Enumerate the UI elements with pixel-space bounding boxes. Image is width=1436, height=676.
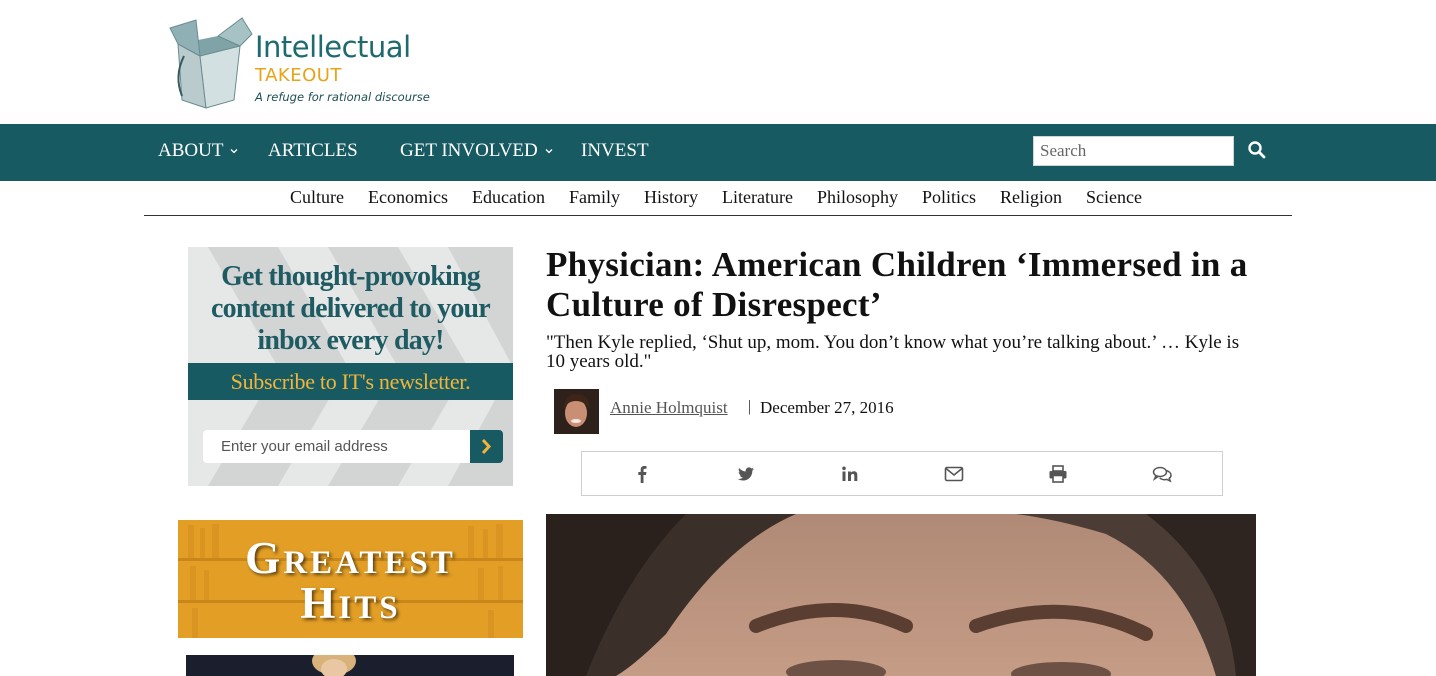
- share-bar: [581, 451, 1223, 496]
- nav-articles[interactable]: ARTICLES: [268, 140, 358, 162]
- category-culture[interactable]: Culture: [290, 187, 344, 208]
- newsletter-headline-line2: content delivered to your: [211, 293, 491, 324]
- newsletter-email-input[interactable]: [203, 430, 471, 463]
- author-link[interactable]: Annie Holmquist: [610, 398, 728, 418]
- category-politics[interactable]: Politics: [922, 187, 976, 208]
- greatest-hits-title: GREATEST HITS: [178, 536, 523, 628]
- print-icon[interactable]: [1047, 463, 1069, 485]
- linkedin-icon[interactable]: [839, 463, 861, 485]
- category-science[interactable]: Science: [1086, 187, 1142, 208]
- promo-photo: [186, 655, 514, 676]
- author-avatar[interactable]: [554, 389, 599, 434]
- newsletter-subscribe-banner: Subscribe to IT's newsletter.: [188, 363, 513, 400]
- article-title: Physician: American Children ‘Immersed i…: [546, 245, 1248, 324]
- nav-about-label: ABOUT: [158, 140, 224, 161]
- comments-icon[interactable]: [1151, 463, 1173, 485]
- logo-subtitle: TAKEOUT: [255, 65, 342, 86]
- logo-tagline: A refuge for rational discourse: [255, 90, 430, 104]
- hits-initial: H: [300, 578, 339, 628]
- article-date: December 27, 2016: [760, 398, 894, 417]
- nav-about[interactable]: ABOUT: [158, 140, 239, 162]
- category-religion[interactable]: Religion: [1000, 187, 1062, 208]
- newsletter-headline-line1: Get thought-provoking: [221, 261, 481, 292]
- category-education[interactable]: Education: [472, 187, 545, 208]
- greatest-hits-banner[interactable]: GREATEST HITS: [178, 520, 523, 638]
- search-icon[interactable]: [1246, 139, 1268, 161]
- hits-rest: ITS: [338, 590, 401, 626]
- takeout-box-icon: [169, 17, 253, 109]
- chevron-down-icon: [230, 149, 238, 154]
- byline-separator: |: [748, 398, 752, 415]
- category-family[interactable]: Family: [569, 187, 620, 208]
- search-input[interactable]: [1033, 136, 1234, 166]
- author-photo: [554, 389, 599, 434]
- category-economics[interactable]: Economics: [368, 187, 448, 208]
- article-hero-image: [546, 514, 1256, 676]
- category-navigation: Culture Economics Education Family Histo…: [144, 181, 1292, 216]
- chevron-down-icon: [545, 149, 553, 154]
- facebook-icon[interactable]: [631, 463, 653, 485]
- nav-articles-label: ARTICLES: [268, 140, 358, 161]
- category-list: Culture Economics Education Family Histo…: [290, 187, 1166, 208]
- newsletter-headline-line3: inbox every day!: [257, 325, 444, 356]
- sidebar-promo-image[interactable]: [186, 655, 514, 676]
- twitter-icon[interactable]: [735, 463, 757, 485]
- nav-invest[interactable]: INVEST: [581, 140, 649, 162]
- main-navigation: ABOUT ARTICLES GET INVOLVED INVEST: [0, 124, 1436, 181]
- nav-get-involved[interactable]: GET INVOLVED: [400, 140, 554, 162]
- logo-title: Intellectual: [255, 30, 411, 64]
- greatest-rest: REATEST: [283, 545, 456, 581]
- newsletter-signup: Get thought-provoking content delivered …: [188, 247, 513, 486]
- newsletter-submit-button[interactable]: [470, 430, 503, 463]
- site-logo[interactable]: Intellectual TAKEOUT A refuge for ration…: [160, 16, 430, 112]
- hero-photo: [546, 514, 1256, 676]
- email-icon[interactable]: [943, 463, 965, 485]
- newsletter-headline: Get thought-provoking content delivered …: [188, 261, 513, 357]
- nav-invest-label: INVEST: [581, 140, 649, 161]
- article-subtitle: "Then Kyle replied, ‘Shut up, mom. You d…: [546, 332, 1240, 372]
- nav-get-involved-label: GET INVOLVED: [400, 140, 538, 161]
- greatest-initial: G: [245, 533, 284, 583]
- category-philosophy[interactable]: Philosophy: [817, 187, 898, 208]
- chevron-right-icon: [481, 438, 492, 455]
- category-history[interactable]: History: [644, 187, 698, 208]
- category-literature[interactable]: Literature: [722, 187, 793, 208]
